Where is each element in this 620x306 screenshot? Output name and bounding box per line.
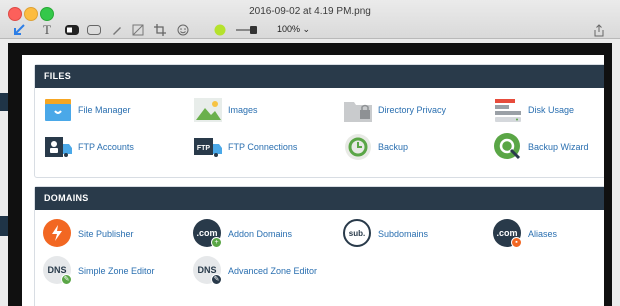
directory-privacy-label: Directory Privacy xyxy=(378,105,447,115)
backup-label: Backup xyxy=(378,142,409,152)
advanced-zone-editor-link[interactable]: DNS ✎ Advanced Zone Editor xyxy=(193,256,317,286)
zoom-value: 100% xyxy=(277,24,301,34)
advanced-zone-editor-label: Advanced Zone Editor xyxy=(228,266,318,276)
file-manager-label: File Manager xyxy=(78,105,131,115)
color-picker-icon[interactable] xyxy=(213,23,227,37)
crop-tool-icon[interactable] xyxy=(153,23,167,37)
pencil-icon: ✎ xyxy=(61,274,72,285)
preview-window: 2016-09-02 at 4.19 PM.png T 100% ⌄ FILES… xyxy=(0,0,620,306)
files-section: FILES File Manager Images Directory Priv… xyxy=(34,64,604,178)
emoji-tool-icon[interactable] xyxy=(176,23,190,37)
ftp-connections-label: FTP Connections xyxy=(228,142,298,152)
images-icon xyxy=(193,95,223,125)
ftp-accounts-icon xyxy=(43,132,73,162)
disk-usage-link[interactable]: Disk Usage xyxy=(493,95,574,125)
ftp-accounts-label: FTP Accounts xyxy=(78,142,134,152)
file-manager-icon xyxy=(43,95,73,125)
backup-wizard-link[interactable]: Backup Wizard xyxy=(493,132,589,162)
domains-section: DOMAINS Site Publisher .com + Addon Doma… xyxy=(34,186,604,306)
subdomains-badge: sub. xyxy=(343,219,371,247)
backup-wizard-label: Backup Wizard xyxy=(528,142,589,152)
text-tool-icon[interactable]: T xyxy=(40,22,54,37)
shape-tool-icon[interactable] xyxy=(86,23,102,37)
simple-zone-editor-link[interactable]: DNS ✎ Simple Zone Editor xyxy=(43,256,155,286)
domains-heading: DOMAINS xyxy=(35,187,604,210)
ftp-accounts-link[interactable]: FTP Accounts xyxy=(43,132,134,162)
title-bar: 2016-09-02 at 4.19 PM.png T 100% ⌄ xyxy=(0,0,620,39)
ftp-connections-icon: FTP xyxy=(193,132,223,162)
backup-wizard-icon xyxy=(493,132,523,162)
aliases-label: Aliases xyxy=(528,229,558,239)
addon-domains-icon: .com + xyxy=(193,219,223,249)
pen-tool-icon[interactable] xyxy=(110,23,124,37)
aliases-link[interactable]: .com ▪ Aliases xyxy=(493,219,557,249)
file-manager-link[interactable]: File Manager xyxy=(43,95,131,125)
site-publisher-icon xyxy=(43,219,73,249)
simple-zone-editor-label: Simple Zone Editor xyxy=(78,266,155,276)
cpanel-content: FILES File Manager Images Directory Priv… xyxy=(22,55,604,306)
aliases-icon: .com ▪ xyxy=(493,219,523,249)
disk-usage-icon xyxy=(493,95,523,125)
select-arrow-icon[interactable] xyxy=(10,23,26,37)
adjust-tool-icon[interactable] xyxy=(131,23,145,37)
backup-icon xyxy=(343,132,373,162)
images-link[interactable]: Images xyxy=(193,95,258,125)
subdomains-label: Subdomains xyxy=(378,229,429,239)
files-heading: FILES xyxy=(35,65,604,88)
background-bar xyxy=(0,93,8,111)
addon-domains-label: Addon Domains xyxy=(228,229,293,239)
window-title: 2016-09-02 at 4.19 PM.png xyxy=(249,6,371,17)
pencil-icon: ✎ xyxy=(211,274,222,285)
subdomains-link[interactable]: sub. Subdomains xyxy=(343,219,428,249)
directory-privacy-link[interactable]: Directory Privacy xyxy=(343,95,446,125)
images-label: Images xyxy=(228,105,258,115)
svg-text:FTP: FTP xyxy=(197,145,211,152)
site-publisher-badge xyxy=(43,219,71,247)
addon-domains-link[interactable]: .com + Addon Domains xyxy=(193,219,292,249)
background-bar xyxy=(0,216,8,236)
subdomains-icon: sub. xyxy=(343,219,373,249)
advanced-zone-editor-icon: DNS ✎ xyxy=(193,256,223,286)
disk-usage-label: Disk Usage xyxy=(528,105,575,115)
line-width-slider[interactable] xyxy=(236,23,260,37)
highlight-tool-icon[interactable] xyxy=(64,23,80,37)
site-publisher-label: Site Publisher xyxy=(78,229,134,239)
plus-icon: + xyxy=(211,237,222,248)
directory-privacy-icon xyxy=(343,95,373,125)
site-publisher-link[interactable]: Site Publisher xyxy=(43,219,134,249)
alias-mark-icon: ▪ xyxy=(511,237,522,248)
ftp-connections-link[interactable]: FTP FTP Connections xyxy=(193,132,297,162)
simple-zone-editor-icon: DNS ✎ xyxy=(43,256,73,286)
share-icon[interactable] xyxy=(592,23,606,37)
zoom-level[interactable]: 100% ⌄ xyxy=(277,24,310,35)
backup-link[interactable]: Backup xyxy=(343,132,408,162)
